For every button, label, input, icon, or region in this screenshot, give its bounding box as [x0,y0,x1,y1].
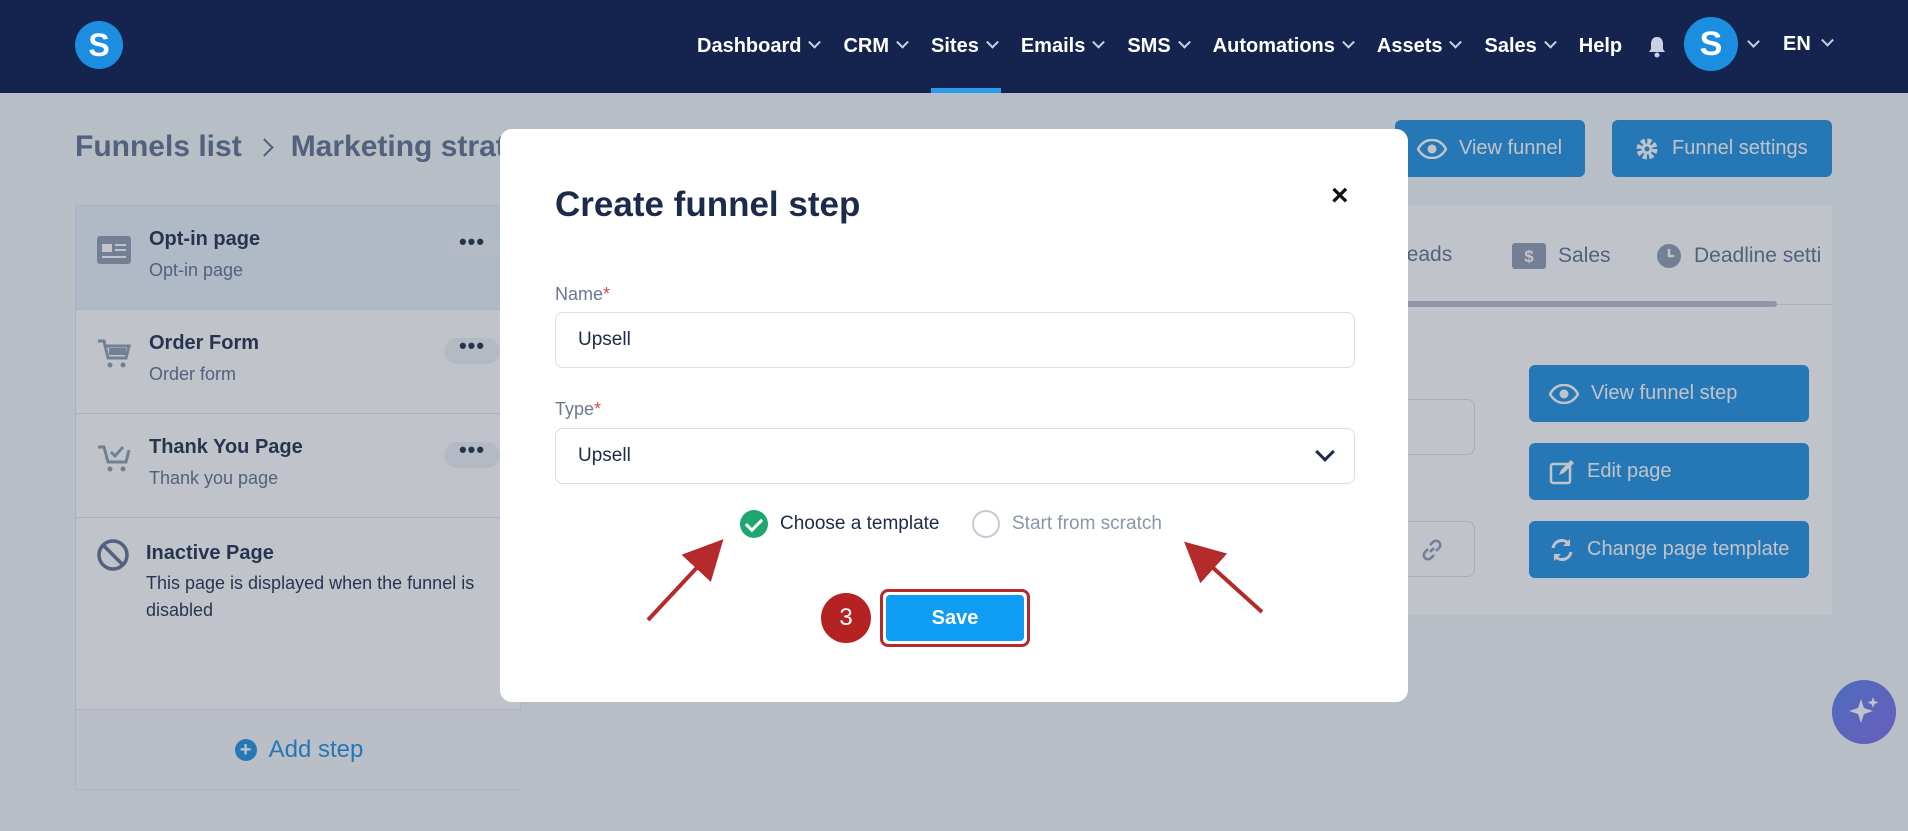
language-label: EN [1783,33,1811,55]
chevron-down-icon [1342,35,1355,49]
label-text: Name [555,284,604,304]
nav-item-automations[interactable]: Automations [1212,0,1355,93]
main-menu: Dashboard CRM Sites Emails SMS Automatio… [697,0,1708,93]
chevron-down-icon [1177,35,1191,49]
required-mark: * [594,399,602,419]
nav-label: SMS [1127,35,1171,57]
nav-item-emails[interactable]: Emails [1020,0,1106,93]
nav-item-help[interactable]: Help [1579,0,1622,93]
top-nav: S Dashboard CRM Sites Emails SMS Automat… [0,0,1908,93]
chevron-down-icon [1315,442,1335,462]
nav-label: Help [1578,35,1623,57]
chevron-down-icon [1449,35,1463,49]
user-avatar[interactable]: S [1684,17,1738,71]
step-number-badge: 3 [821,593,871,643]
dialog-title: Create funnel step [555,185,861,224]
bell-icon[interactable] [1646,35,1668,59]
type-select[interactable]: Upsell [555,428,1355,484]
type-label: Type* [555,399,601,420]
option-start-from-scratch[interactable]: Start from scratch [972,510,1162,538]
nav-label: Emails [1020,35,1086,57]
close-icon[interactable]: × [1331,181,1355,211]
chevron-down-icon[interactable] [1747,35,1760,48]
chevron-down-icon [985,35,999,49]
nav-item-sales[interactable]: Sales [1484,0,1557,93]
nav-item-dashboard[interactable]: Dashboard [697,0,822,93]
chevron-down-icon [896,35,909,49]
nav-label: Sites [931,35,979,57]
option-label: Choose a template [780,513,940,534]
required-mark: * [603,284,611,304]
save-button[interactable]: Save [880,589,1030,647]
chevron-down-icon [808,35,822,49]
chevron-down-icon [1092,35,1106,49]
name-input[interactable]: Upsell [555,312,1355,368]
arrow-to-scratch-option [1184,541,1264,614]
label-text: Type [555,399,595,419]
create-funnel-step-dialog: Create funnel step × Name* Upsell Type* … [500,129,1408,702]
nav-label: Automations [1212,35,1335,57]
nav-label: CRM [843,35,890,57]
nav-item-sites[interactable]: Sites [931,0,1001,93]
language-selector[interactable]: EN [1783,33,1834,56]
radio-checked-icon[interactable] [740,510,768,538]
option-choose-template[interactable]: Choose a template [740,510,940,538]
chevron-down-icon [1820,33,1834,47]
select-value: Upsell [578,445,631,466]
app-logo[interactable]: S [75,21,123,69]
nav-item-sms[interactable]: SMS [1127,0,1191,93]
nav-label: Dashboard [697,35,802,57]
nav-item-crm[interactable]: CRM [843,0,909,93]
name-label: Name* [555,284,610,305]
chevron-down-icon [1543,35,1557,49]
nav-label: Assets [1376,35,1443,57]
button-label: Save [886,595,1024,641]
nav-item-assets[interactable]: Assets [1376,0,1463,93]
arrow-to-template-option [646,539,724,622]
option-label: Start from scratch [1012,513,1162,534]
nav-label: Sales [1484,35,1537,57]
radio-unchecked-icon[interactable] [972,510,1000,538]
